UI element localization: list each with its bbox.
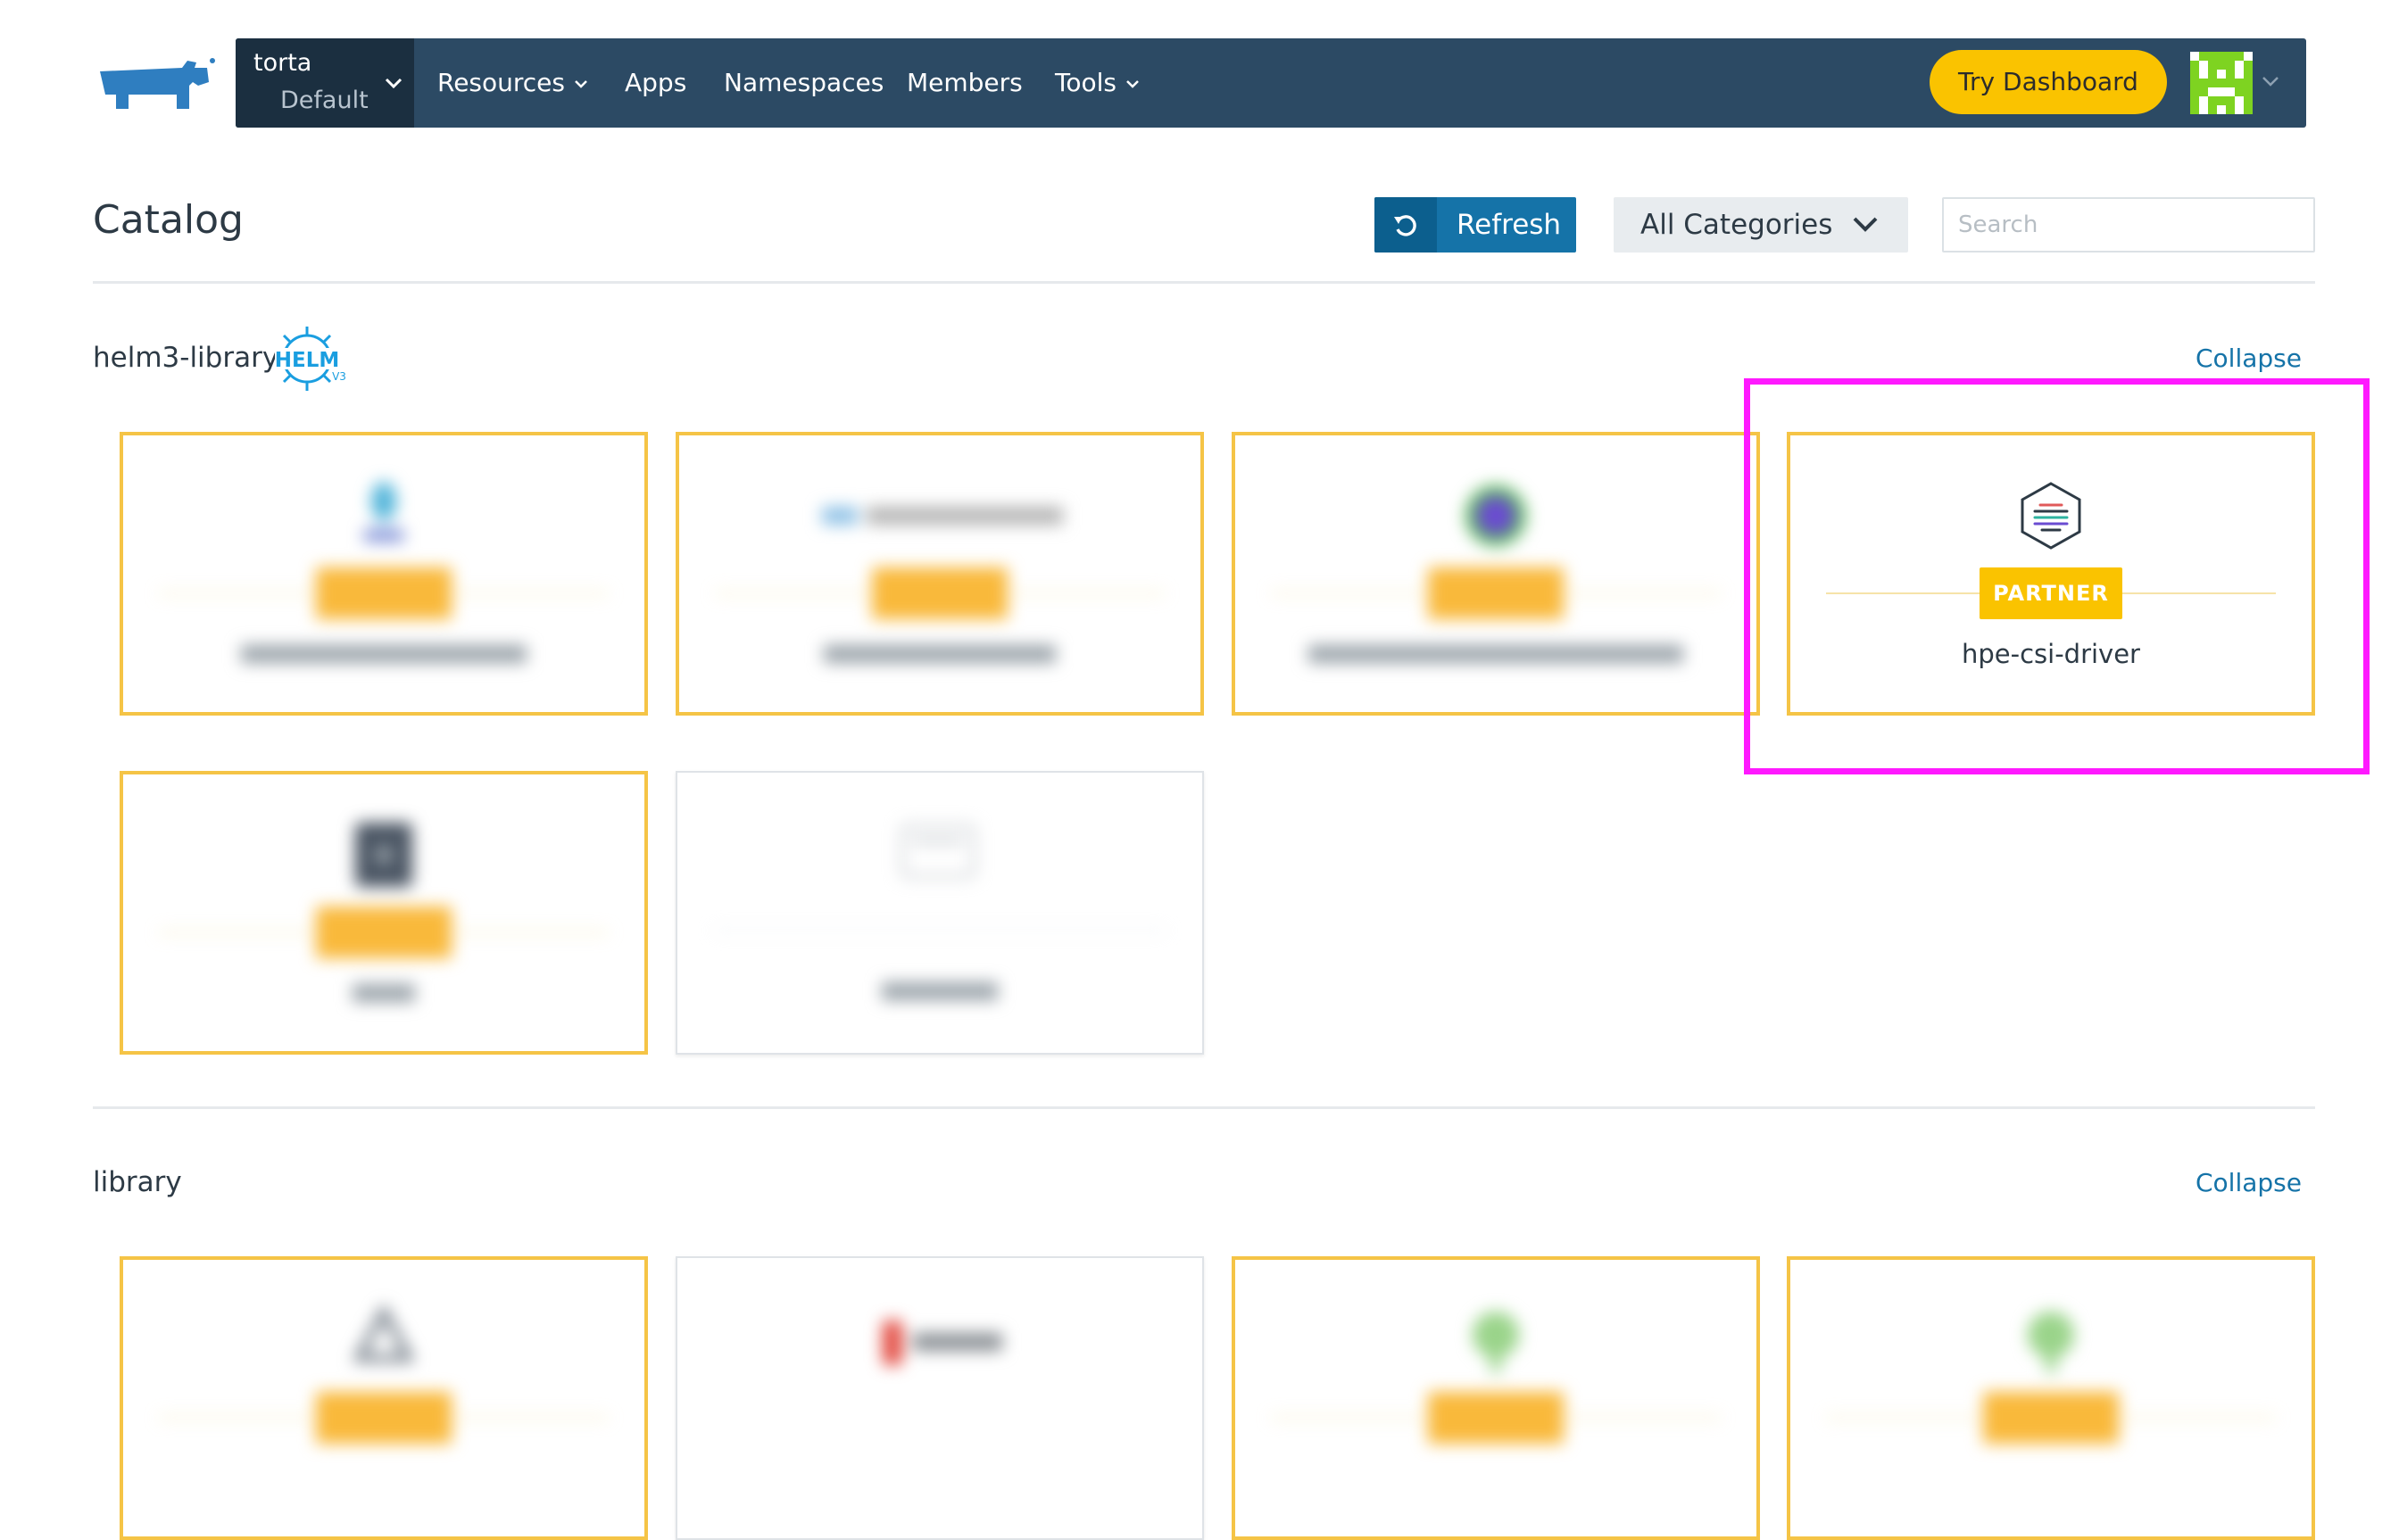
catalog-card[interactable] [120, 1256, 648, 1540]
card-blurred-content [123, 1260, 644, 1536]
top-navigation-bar: torta Default Resources Apps Namespaces … [236, 38, 2306, 128]
category-select[interactable]: All Categories [1614, 197, 1908, 253]
helm-badge-text: HELM [275, 349, 340, 372]
partner-badge [1428, 1392, 1564, 1444]
card-blurred-content [677, 1258, 1202, 1538]
app-logo-icon [2028, 1312, 2074, 1372]
partner-badge [1983, 1392, 2119, 1444]
catalog-card[interactable] [676, 771, 1204, 1055]
catalog-card[interactable] [676, 432, 1204, 716]
app-logo-icon [355, 823, 412, 887]
card-blurred-content [677, 773, 1202, 1053]
card-blurred-content [123, 435, 644, 712]
partner-badge [316, 1392, 452, 1444]
chevron-down-icon[interactable] [2258, 69, 2283, 94]
chevron-down-icon [385, 78, 403, 89]
section-divider [93, 1106, 2315, 1109]
app-logo-icon [1465, 485, 1526, 546]
catalog-card[interactable] [120, 432, 648, 716]
page-title: Catalog [93, 197, 244, 243]
partner-badge [316, 907, 452, 958]
refresh-button[interactable]: Refresh [1374, 197, 1576, 253]
helm-badge-version: V3 [332, 370, 346, 383]
app-logo-icon [353, 1304, 415, 1362]
app-logo-icon [1473, 1312, 1519, 1372]
highlight-box [1744, 378, 2370, 774]
app-logo-icon [364, 482, 403, 541]
app-logo-icon [901, 824, 975, 878]
card-blurred-content [1235, 435, 1756, 712]
project-name: Default [280, 87, 369, 114]
nav-resources-label: Resources [437, 68, 565, 97]
cluster-project-switcher[interactable]: torta Default [236, 38, 414, 128]
helm-v3-icon: HELM V3 [275, 327, 346, 391]
section-title-library: library [93, 1166, 182, 1198]
refresh-label: Refresh [1457, 209, 1562, 241]
catalog-card[interactable] [676, 1256, 1204, 1540]
nav-tools-menu[interactable]: Tools [1055, 65, 1141, 101]
nav-apps-label: Apps [625, 68, 687, 97]
nav-tools-label: Tools [1055, 68, 1116, 97]
header-divider [93, 281, 2315, 284]
card-blurred-content [679, 435, 1200, 712]
search-input[interactable] [1942, 197, 2315, 253]
partner-badge [872, 567, 1008, 619]
app-logo-icon [822, 507, 1063, 525]
collapse-link-library[interactable]: Collapse [2196, 1168, 2302, 1197]
card-blurred-content [1790, 1260, 2312, 1536]
catalog-card[interactable] [1232, 1256, 1760, 1540]
card-blurred-content [123, 774, 644, 1051]
nav-members-label: Members [907, 68, 1023, 97]
card-blurred-content [1235, 1260, 1756, 1536]
try-dashboard-button[interactable]: Try Dashboard [1930, 50, 2167, 114]
partner-badge [316, 567, 452, 619]
catalog-card[interactable] [1787, 1256, 2315, 1540]
partner-badge [1428, 567, 1564, 619]
rancher-logo-icon[interactable] [93, 55, 216, 112]
catalog-card[interactable] [120, 771, 648, 1055]
chevron-down-icon [1126, 80, 1139, 88]
collapse-link-helm3-library[interactable]: Collapse [2196, 344, 2302, 373]
nav-members[interactable]: Members [907, 65, 1023, 101]
refresh-icon [1374, 197, 1437, 253]
category-select-value: All Categories [1640, 209, 1833, 241]
section-title-helm3-library: helm3-library [93, 342, 279, 374]
nav-apps[interactable]: Apps [625, 65, 686, 101]
app-logo-icon [883, 1321, 1002, 1365]
chevron-down-icon [1853, 217, 1878, 232]
cluster-name: torta [253, 49, 312, 77]
nav-resources-menu[interactable]: Resources [437, 65, 590, 101]
chevron-down-icon [575, 80, 587, 88]
user-avatar[interactable] [2190, 52, 2253, 114]
catalog-card[interactable] [1232, 432, 1760, 716]
nav-namespaces[interactable]: Namespaces [724, 65, 884, 101]
nav-namespaces-label: Namespaces [724, 68, 884, 97]
